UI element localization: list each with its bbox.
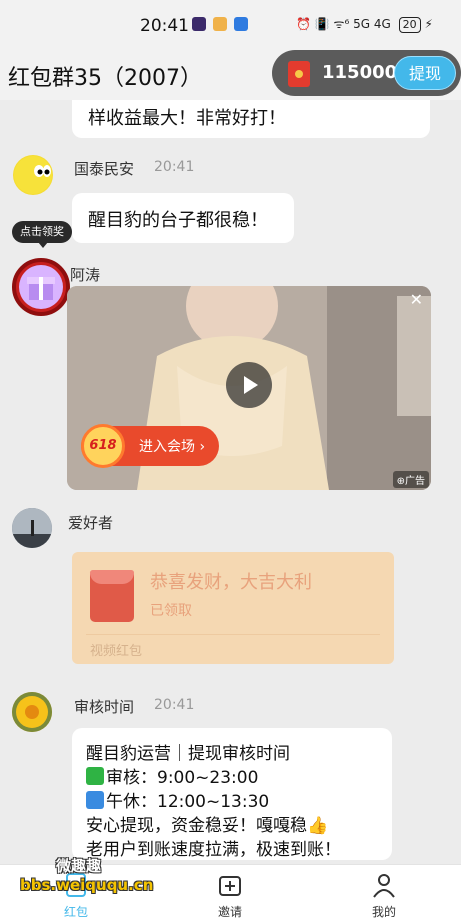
status-time: 20:41 <box>140 16 189 36</box>
withdraw-button[interactable]: 提现 <box>394 56 456 90</box>
close-icon[interactable]: ✕ <box>410 290 423 309</box>
app-notification-icon <box>192 17 206 31</box>
red-packet-title: 恭喜发财，大吉大利 <box>150 572 312 593</box>
watermark-site: bbs.weiququ.cn <box>20 876 154 894</box>
message-line: 老用户到账速度拉满，极速到账！ <box>86 840 341 860</box>
status-indicators: ⏰ 📳 ᯤ⁶ 5G 4G 20 ⚡ <box>296 15 433 33</box>
red-packet-status: 已领取 <box>150 603 192 619</box>
app-notification-icon <box>234 17 248 31</box>
message-bubble: 醒目豹运营｜提现审核时间 审核：9:00~23:00 午休：12:00~13:3… <box>72 728 392 860</box>
invite-icon <box>219 876 241 896</box>
chat-list[interactable]: 样收益最大！非常好打！ 国泰民安 20:41 醒目豹的台子都很稳！ 点击领奖 阿… <box>0 100 461 864</box>
tab-label: 红包 <box>63 905 88 919</box>
promo-badge: 618 <box>81 424 125 468</box>
smiley-icon <box>14 156 52 194</box>
sender-name: 国泰民安 <box>74 160 135 178</box>
balance-pill[interactable]: 115000 提现 <box>272 50 461 96</box>
avatar[interactable] <box>13 155 53 195</box>
tab-invite[interactable]: 邀请 <box>190 867 270 920</box>
status-bar: 20:41 ⏰ 📳 ᯤ⁶ 5G 4G 20 ⚡ <box>0 0 461 48</box>
message-time: 20:41 <box>154 697 195 713</box>
reward-tag[interactable]: 点击领奖 <box>12 221 72 248</box>
message-line: 午休：12:00~13:30 <box>86 790 392 814</box>
message-line: 审核：9:00~23:00 <box>86 766 392 790</box>
avatar[interactable] <box>12 508 52 548</box>
flower-icon <box>12 692 52 732</box>
tab-label: 我的 <box>371 905 396 919</box>
watermark-brand: 微趣趣 <box>56 857 102 875</box>
avatar[interactable] <box>12 692 52 732</box>
tab-mine[interactable]: 我的 <box>344 867 424 920</box>
tab-label: 邀请 <box>217 905 242 919</box>
group-title: 红包群35（2007） <box>8 66 202 91</box>
video-ad[interactable]: ✕ 618 进入会场 › ⊕广告 <box>67 286 431 490</box>
signal-icons: ⏰ 📳 ᯤ⁶ 5G 4G <box>296 17 391 31</box>
gift-box-icon <box>19 265 63 309</box>
user-icon <box>373 874 395 898</box>
divider <box>86 634 380 635</box>
message-time: 20:41 <box>154 159 195 175</box>
ad-cta-button[interactable]: 618 进入会场 › <box>81 424 219 468</box>
message-bubble: 样收益最大！非常好打！ <box>72 100 430 138</box>
ad-label: ⊕广告 <box>392 471 429 488</box>
sender-name: 爱好者 <box>68 514 114 532</box>
balance-amount: 115000 <box>322 62 398 83</box>
message-line: 安心提现，资金稳妥！嘎嘎稳👍 <box>86 816 329 836</box>
red-envelope-icon <box>288 61 310 87</box>
red-envelope-icon <box>90 570 134 622</box>
ad-cta-label: 进入会场 › <box>139 439 206 455</box>
message-bubble: 醒目豹的台子都很稳！ <box>72 193 294 243</box>
red-packet-footer: 视频红包 <box>90 644 143 659</box>
message-text: 样收益最大！非常好打！ <box>88 108 286 129</box>
play-icon[interactable] <box>226 362 272 408</box>
gift-avatar[interactable] <box>12 258 70 316</box>
red-packet-card[interactable]: 恭喜发财，大吉大利 已领取 视频红包 <box>72 552 394 664</box>
sender-name: 阿涛 <box>70 266 101 284</box>
sender-name: 审核时间 <box>74 698 135 716</box>
message-line: 醒目豹运营｜提现审核时间 <box>86 744 290 764</box>
landscape-icon <box>12 508 52 548</box>
thumbs-up-icon: 👍 <box>307 816 329 836</box>
app-notification-icon <box>213 17 227 31</box>
charging-icon: ⚡ <box>424 17 433 31</box>
battery-icon: 20 <box>398 17 421 33</box>
message-text: 醒目豹的台子都很稳！ <box>88 210 268 231</box>
check-icon <box>86 767 104 785</box>
pause-icon <box>86 791 104 809</box>
